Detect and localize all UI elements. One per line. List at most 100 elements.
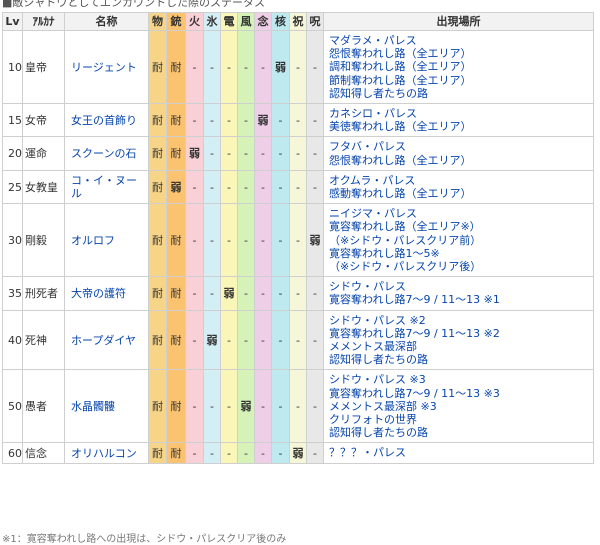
affinity-gun-cell: 耐 (166, 309, 186, 371)
name-link[interactable]: スクーンの石 (64, 136, 149, 171)
affinity-wind-cell: 弱 (237, 369, 255, 444)
arcana-cell: 信念 (22, 442, 65, 464)
arcana-cell: 剛毅 (22, 203, 65, 278)
table-row: 20 運命 スクーンの石耐耐弱 - - - - - - - フタバ・パレス 怨恨奪われし路（全エリア） (2, 136, 594, 171)
affinity-elec-cell: - (220, 169, 238, 205)
location-link[interactable]: メメントス最深部 ※3 (329, 400, 588, 413)
affinity-gun-cell: 耐 (166, 276, 186, 311)
affinity-wind-cell: - (237, 103, 255, 138)
table-caption: ■敵シャドウとしてエンカウントした際のステータス (2, 0, 266, 9)
name-link[interactable]: 水晶髑髏 (64, 369, 149, 444)
header-gun: 銃 (166, 12, 186, 31)
affinity-psy-cell: - (254, 136, 272, 171)
affinity-bless-cell: - (289, 309, 307, 371)
location-link[interactable]: 認知得し者たちの路 (329, 353, 588, 366)
level-cell: 30 (2, 203, 23, 278)
level-cell: 10 (2, 29, 23, 105)
affinity-bless-cell: - (289, 103, 307, 138)
table-row: 50 愚者 水晶髑髏耐耐 - - - 弱 - - - - シドウ・パレス ※3 寛容奪われし路7～9 /… (2, 369, 594, 444)
location-link[interactable]: 感動奪われし路（全エリア） (329, 187, 588, 200)
affinity-elec-cell: - (220, 369, 238, 444)
header-name: 名称 (64, 12, 149, 31)
affinity-bless-cell: - (289, 276, 307, 311)
location-link[interactable]: 寛容奪われし路（全エリア※） (329, 220, 588, 233)
location-cell: シドウ・パレス ※2 寛容奪われし路7～9 / 11～13 ※2 メメントス最深部認… (323, 309, 594, 371)
affinity-gun-cell: 耐 (166, 136, 186, 171)
affinity-curse-cell: - (306, 276, 324, 311)
affinity-ice-cell: - (203, 103, 221, 138)
location-link[interactable]: シドウ・パレス ※3 (329, 373, 588, 386)
affinity-curse-cell: - (306, 103, 324, 138)
location-link[interactable]: カネシロ・パレス (329, 107, 588, 120)
name-link[interactable]: オリハルコン (64, 442, 149, 464)
affinity-fire-cell: - (185, 369, 204, 444)
header-psy: 念 (254, 12, 272, 31)
affinity-nuke-cell: - (271, 169, 290, 205)
location-link[interactable]: （※シドウ・パレスクリア前） (329, 234, 588, 247)
affinity-psy-cell: - (254, 369, 272, 444)
name-link[interactable]: ホープダイヤ (64, 309, 149, 371)
affinity-psy-cell: 弱 (254, 103, 272, 138)
affinity-nuke-cell: - (271, 203, 290, 278)
affinity-wind-cell: - (237, 276, 255, 311)
affinity-nuke-cell: - (271, 136, 290, 171)
affinity-fire-cell: - (185, 309, 204, 371)
location-link[interactable]: シドウ・パレス ※2 (329, 314, 588, 327)
location-link[interactable]: （※シドウ・パレスクリア後） (329, 260, 588, 273)
affinity-nuke-cell: 弱 (271, 29, 290, 105)
location-link[interactable]: メメントス最深部 (329, 340, 588, 353)
name-link[interactable]: オルロフ (64, 203, 149, 278)
location-link[interactable]: 寛容奪われし路7～9 / 11～13 ※3 (329, 387, 588, 400)
location-link[interactable]: 美徳奪われし路（全エリア） (329, 120, 588, 133)
location-link[interactable]: ？？？・パレス (329, 446, 588, 459)
arcana-cell: 刑死者 (22, 276, 65, 311)
name-link[interactable]: リージェント (64, 29, 149, 105)
location-cell: シドウ・パレス 寛容奪われし路7～9 / 11～13 ※1 (323, 276, 594, 311)
affinity-nuke-cell: - (271, 309, 290, 371)
affinity-phys-cell: 耐 (148, 29, 167, 105)
location-cell: フタバ・パレス 怨恨奪われし路（全エリア） (323, 136, 594, 171)
location-link[interactable]: シドウ・パレス (329, 280, 588, 293)
affinity-elec-cell: - (220, 103, 238, 138)
level-cell: 40 (2, 309, 23, 371)
affinity-curse-cell: - (306, 136, 324, 171)
affinity-bless-cell: - (289, 29, 307, 105)
table-row: 30 剛毅 オルロフ耐耐 - - - - - - - 弱ニイジマ・パレス 寛容奪われし路（全エリア※）… (2, 203, 594, 278)
location-link[interactable]: 寛容奪われし路1～5※ (329, 247, 588, 260)
header-elec: 電 (220, 12, 238, 31)
table-row: 25 女教皇 コ・イ・ヌール耐弱 - - - - - - - - オクムラ・パレス 感動奪われし路（全エ… (2, 169, 594, 205)
affinity-gun-cell: 耐 (166, 29, 186, 105)
affinity-bless-cell: - (289, 369, 307, 444)
name-link[interactable]: 女王の首飾り (64, 103, 149, 138)
arcana-cell: 皇帝 (22, 29, 65, 105)
affinity-nuke-cell: - (271, 103, 290, 138)
location-link[interactable]: オクムラ・パレス (329, 174, 588, 187)
affinity-psy-cell: - (254, 203, 272, 278)
name-link[interactable]: コ・イ・ヌール (64, 169, 149, 205)
location-link[interactable]: ニイジマ・パレス (329, 207, 588, 220)
location-link[interactable]: 怨恨奪われし路（全エリア） (329, 154, 588, 167)
location-link[interactable]: 認知得し者たちの路 (329, 426, 588, 439)
header-row: Lv ｱﾙｶﾅ 名称 物 銃 火 氷 電 風 念 核 祝 呪 出現場所 (2, 12, 594, 31)
location-link[interactable]: 寛容奪われし路7～9 / 11～13 ※2 (329, 327, 588, 340)
header-bless: 祝 (289, 12, 307, 31)
location-link[interactable]: 認知得し者たちの路 (329, 87, 588, 100)
affinity-phys-cell: 耐 (148, 276, 167, 311)
location-link[interactable]: クリフォトの世界 (329, 413, 588, 426)
location-link[interactable]: マダラメ・パレス (329, 34, 588, 47)
affinity-ice-cell: - (203, 136, 221, 171)
header-nuke: 核 (271, 12, 290, 31)
location-link[interactable]: 怨恨奪われし路（全エリア） (329, 47, 588, 60)
affinity-curse-cell: - (306, 29, 324, 105)
location-link[interactable]: 寛容奪われし路7～9 / 11～13 ※1 (329, 293, 588, 306)
affinity-fire-cell: - (185, 276, 204, 311)
location-link[interactable]: フタバ・パレス (329, 140, 588, 153)
arcana-cell: 女帝 (22, 103, 65, 138)
affinity-wind-cell: - (237, 136, 255, 171)
location-link[interactable]: 節制奪われし路（全エリア） (329, 74, 588, 87)
name-link[interactable]: 大帝の護符 (64, 276, 149, 311)
header-arcana: ｱﾙｶﾅ (22, 12, 65, 31)
affinity-ice-cell: - (203, 369, 221, 444)
location-link[interactable]: 調和奪われし路（全エリア） (329, 60, 588, 73)
affinity-bless-cell: - (289, 203, 307, 278)
